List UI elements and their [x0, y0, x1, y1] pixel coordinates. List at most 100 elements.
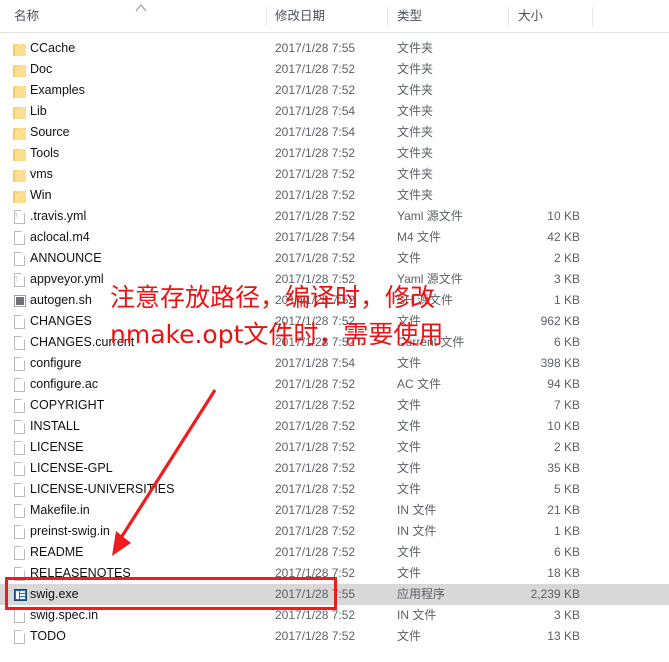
- date-modified-cell: 2017/1/28 7:52: [275, 251, 356, 265]
- size-cell: 42 KB: [547, 230, 580, 244]
- date-modified-cell: 2017/1/28 7:52: [275, 503, 356, 517]
- table-row[interactable]: preinst-swig.in 2017/1/28 7:52 IN 文件 1 KB: [0, 521, 669, 542]
- type-cell: Yaml 源文件: [397, 209, 463, 223]
- table-row[interactable]: ANNOUNCE 2017/1/28 7:52 文件 2 KB: [0, 248, 669, 269]
- size-cell: 3 KB: [553, 272, 580, 286]
- file-list[interactable]: CCache 2017/1/28 7:55 文件夹 Doc 2017/1/28 7:52…: [0, 33, 669, 662]
- table-row[interactable]: README 2017/1/28 7:52 文件 6 KB: [0, 542, 669, 563]
- size-cell: [470, 164, 580, 185]
- size-cell: 10 KB: [547, 209, 580, 223]
- table-row[interactable]: configure.ac 2017/1/28 7:52 AC 文件 94 KB: [0, 374, 669, 395]
- table-row[interactable]: Doc 2017/1/28 7:52 文件夹: [0, 59, 669, 80]
- date-modified-cell: 2017/1/28 7:52: [275, 461, 356, 475]
- date-modified-cell: 2017/1/28 7:52: [275, 482, 356, 496]
- table-row[interactable]: LICENSE-GPL 2017/1/28 7:52 文件 35 KB: [0, 458, 669, 479]
- date-modified-cell: 2017/1/28 7:54: [275, 230, 356, 244]
- document-icon: [12, 336, 27, 350]
- table-row[interactable]: LICENSE-UNIVERSITIES 2017/1/28 7:52 文件 5 KB: [0, 479, 669, 500]
- file-name-cell: RELEASENOTES: [30, 566, 131, 580]
- table-row[interactable]: Makefile.in 2017/1/28 7:52 IN 文件 21 KB: [0, 500, 669, 521]
- date-modified-cell: 2017/1/28 7:52: [275, 377, 356, 391]
- column-divider-1[interactable]: [266, 7, 267, 26]
- table-row[interactable]: LICENSE 2017/1/28 7:52 文件 2 KB: [0, 437, 669, 458]
- document-icon: [12, 525, 27, 539]
- table-row[interactable]: Tools 2017/1/28 7:52 文件夹: [0, 143, 669, 164]
- table-row[interactable]: aclocal.m4 2017/1/28 7:54 M4 文件 42 KB: [0, 227, 669, 248]
- column-divider-3[interactable]: [508, 7, 509, 26]
- document-icon: [12, 546, 27, 560]
- document-icon: [12, 231, 27, 245]
- table-row[interactable]: swig.spec.in 2017/1/28 7:52 IN 文件 3 KB: [0, 605, 669, 626]
- column-header-date-modified[interactable]: 修改日期: [275, 0, 385, 32]
- date-modified-cell: 2017/1/28 7:52: [275, 272, 356, 286]
- type-cell: 文件: [397, 440, 422, 454]
- file-name-cell: preinst-swig.in: [30, 524, 110, 538]
- file-name-cell: Tools: [30, 146, 60, 160]
- type-cell: AC 文件: [397, 377, 442, 391]
- file-name-cell: vms: [30, 167, 53, 181]
- file-name-cell: Makefile.in: [30, 503, 90, 517]
- table-row[interactable]: configure 2017/1/28 7:54 文件 398 KB: [0, 353, 669, 374]
- file-name-cell: autogen.sh: [30, 293, 92, 307]
- date-modified-cell: 2017/1/28 7:54: [275, 104, 356, 118]
- table-row[interactable]: swig.exe 2017/1/28 7:55 应用程序 2,239 KB: [0, 584, 669, 605]
- type-cell: IN 文件: [397, 524, 437, 538]
- table-row[interactable]: COPYRIGHT 2017/1/28 7:52 文件 7 KB: [0, 395, 669, 416]
- type-cell: 文件: [397, 545, 422, 559]
- date-modified-cell: 2017/1/28 7:52: [275, 545, 356, 559]
- date-modified-cell: 2017/1/28 7:52: [275, 293, 356, 307]
- size-cell: 10 KB: [547, 419, 580, 433]
- size-cell: 94 KB: [547, 377, 580, 391]
- size-cell: 6 KB: [553, 545, 580, 559]
- column-header-size[interactable]: 大小: [518, 0, 588, 32]
- column-divider-4[interactable]: [592, 7, 593, 26]
- folder-icon: [12, 147, 27, 161]
- size-cell: 5 KB: [553, 482, 580, 496]
- table-row[interactable]: Examples 2017/1/28 7:52 文件夹: [0, 80, 669, 101]
- document-icon: [12, 315, 27, 329]
- table-row[interactable]: CHANGES.current 2017/1/28 7:52 Current 文件 6…: [0, 332, 669, 353]
- table-row[interactable]: RELEASENOTES 2017/1/28 7:52 文件 18 KB: [0, 563, 669, 584]
- table-row[interactable]: INSTALL 2017/1/28 7:52 文件 10 KB: [0, 416, 669, 437]
- size-cell: 1 KB: [553, 293, 580, 307]
- size-cell: 2,239 KB: [530, 587, 580, 601]
- column-header-name[interactable]: 名称: [14, 0, 129, 32]
- column-divider-2[interactable]: [387, 7, 388, 26]
- column-header-type[interactable]: 类型: [397, 0, 507, 32]
- yaml-file-icon: !: [12, 273, 27, 287]
- size-cell: [470, 143, 580, 164]
- date-modified-cell: 2017/1/28 7:54: [275, 356, 356, 370]
- type-cell: 文件夹: [397, 41, 434, 55]
- document-icon: [12, 378, 27, 392]
- file-name-cell: CHANGES: [30, 314, 92, 328]
- file-name-cell: Source: [30, 125, 70, 139]
- size-cell: 2 KB: [553, 251, 580, 265]
- type-cell: 文件: [397, 251, 422, 265]
- size-cell: 18 KB: [547, 566, 580, 580]
- table-row[interactable]: autogen.sh 2017/1/28 7:52 SH 源文件 1 KB: [0, 290, 669, 311]
- table-row[interactable]: vms 2017/1/28 7:52 文件夹: [0, 164, 669, 185]
- date-modified-cell: 2017/1/28 7:52: [275, 419, 356, 433]
- file-name-cell: CCache: [30, 41, 76, 55]
- table-row[interactable]: Source 2017/1/28 7:54 文件夹: [0, 122, 669, 143]
- folder-icon: [12, 168, 27, 182]
- file-name-cell: ANNOUNCE: [30, 251, 102, 265]
- table-row[interactable]: Win 2017/1/28 7:52 文件夹: [0, 185, 669, 206]
- file-name-cell: aclocal.m4: [30, 230, 90, 244]
- file-name-cell: swig.spec.in: [30, 608, 99, 622]
- file-name-cell: configure.ac: [30, 377, 99, 391]
- size-cell: [470, 101, 580, 122]
- type-cell: 文件: [397, 419, 422, 433]
- file-name-cell: configure: [30, 356, 82, 370]
- table-row[interactable]: ! appveyor.yml 2017/1/28 7:52 Yaml 源文件 3 KB: [0, 269, 669, 290]
- table-row[interactable]: CHANGES 2017/1/28 7:52 文件 962 KB: [0, 311, 669, 332]
- type-cell: Yaml 源文件: [397, 272, 463, 286]
- table-row[interactable]: CCache 2017/1/28 7:55 文件夹: [0, 38, 669, 59]
- document-icon: [12, 504, 27, 518]
- script-file-icon: [12, 294, 27, 308]
- type-cell: 文件: [397, 356, 422, 370]
- table-row[interactable]: ! .travis.yml 2017/1/28 7:52 Yaml 源文件 10 KB: [0, 206, 669, 227]
- table-row[interactable]: Lib 2017/1/28 7:54 文件夹: [0, 101, 669, 122]
- type-cell: 应用程序: [397, 587, 446, 601]
- table-row[interactable]: TODO 2017/1/28 7:52 文件 13 KB: [0, 626, 669, 647]
